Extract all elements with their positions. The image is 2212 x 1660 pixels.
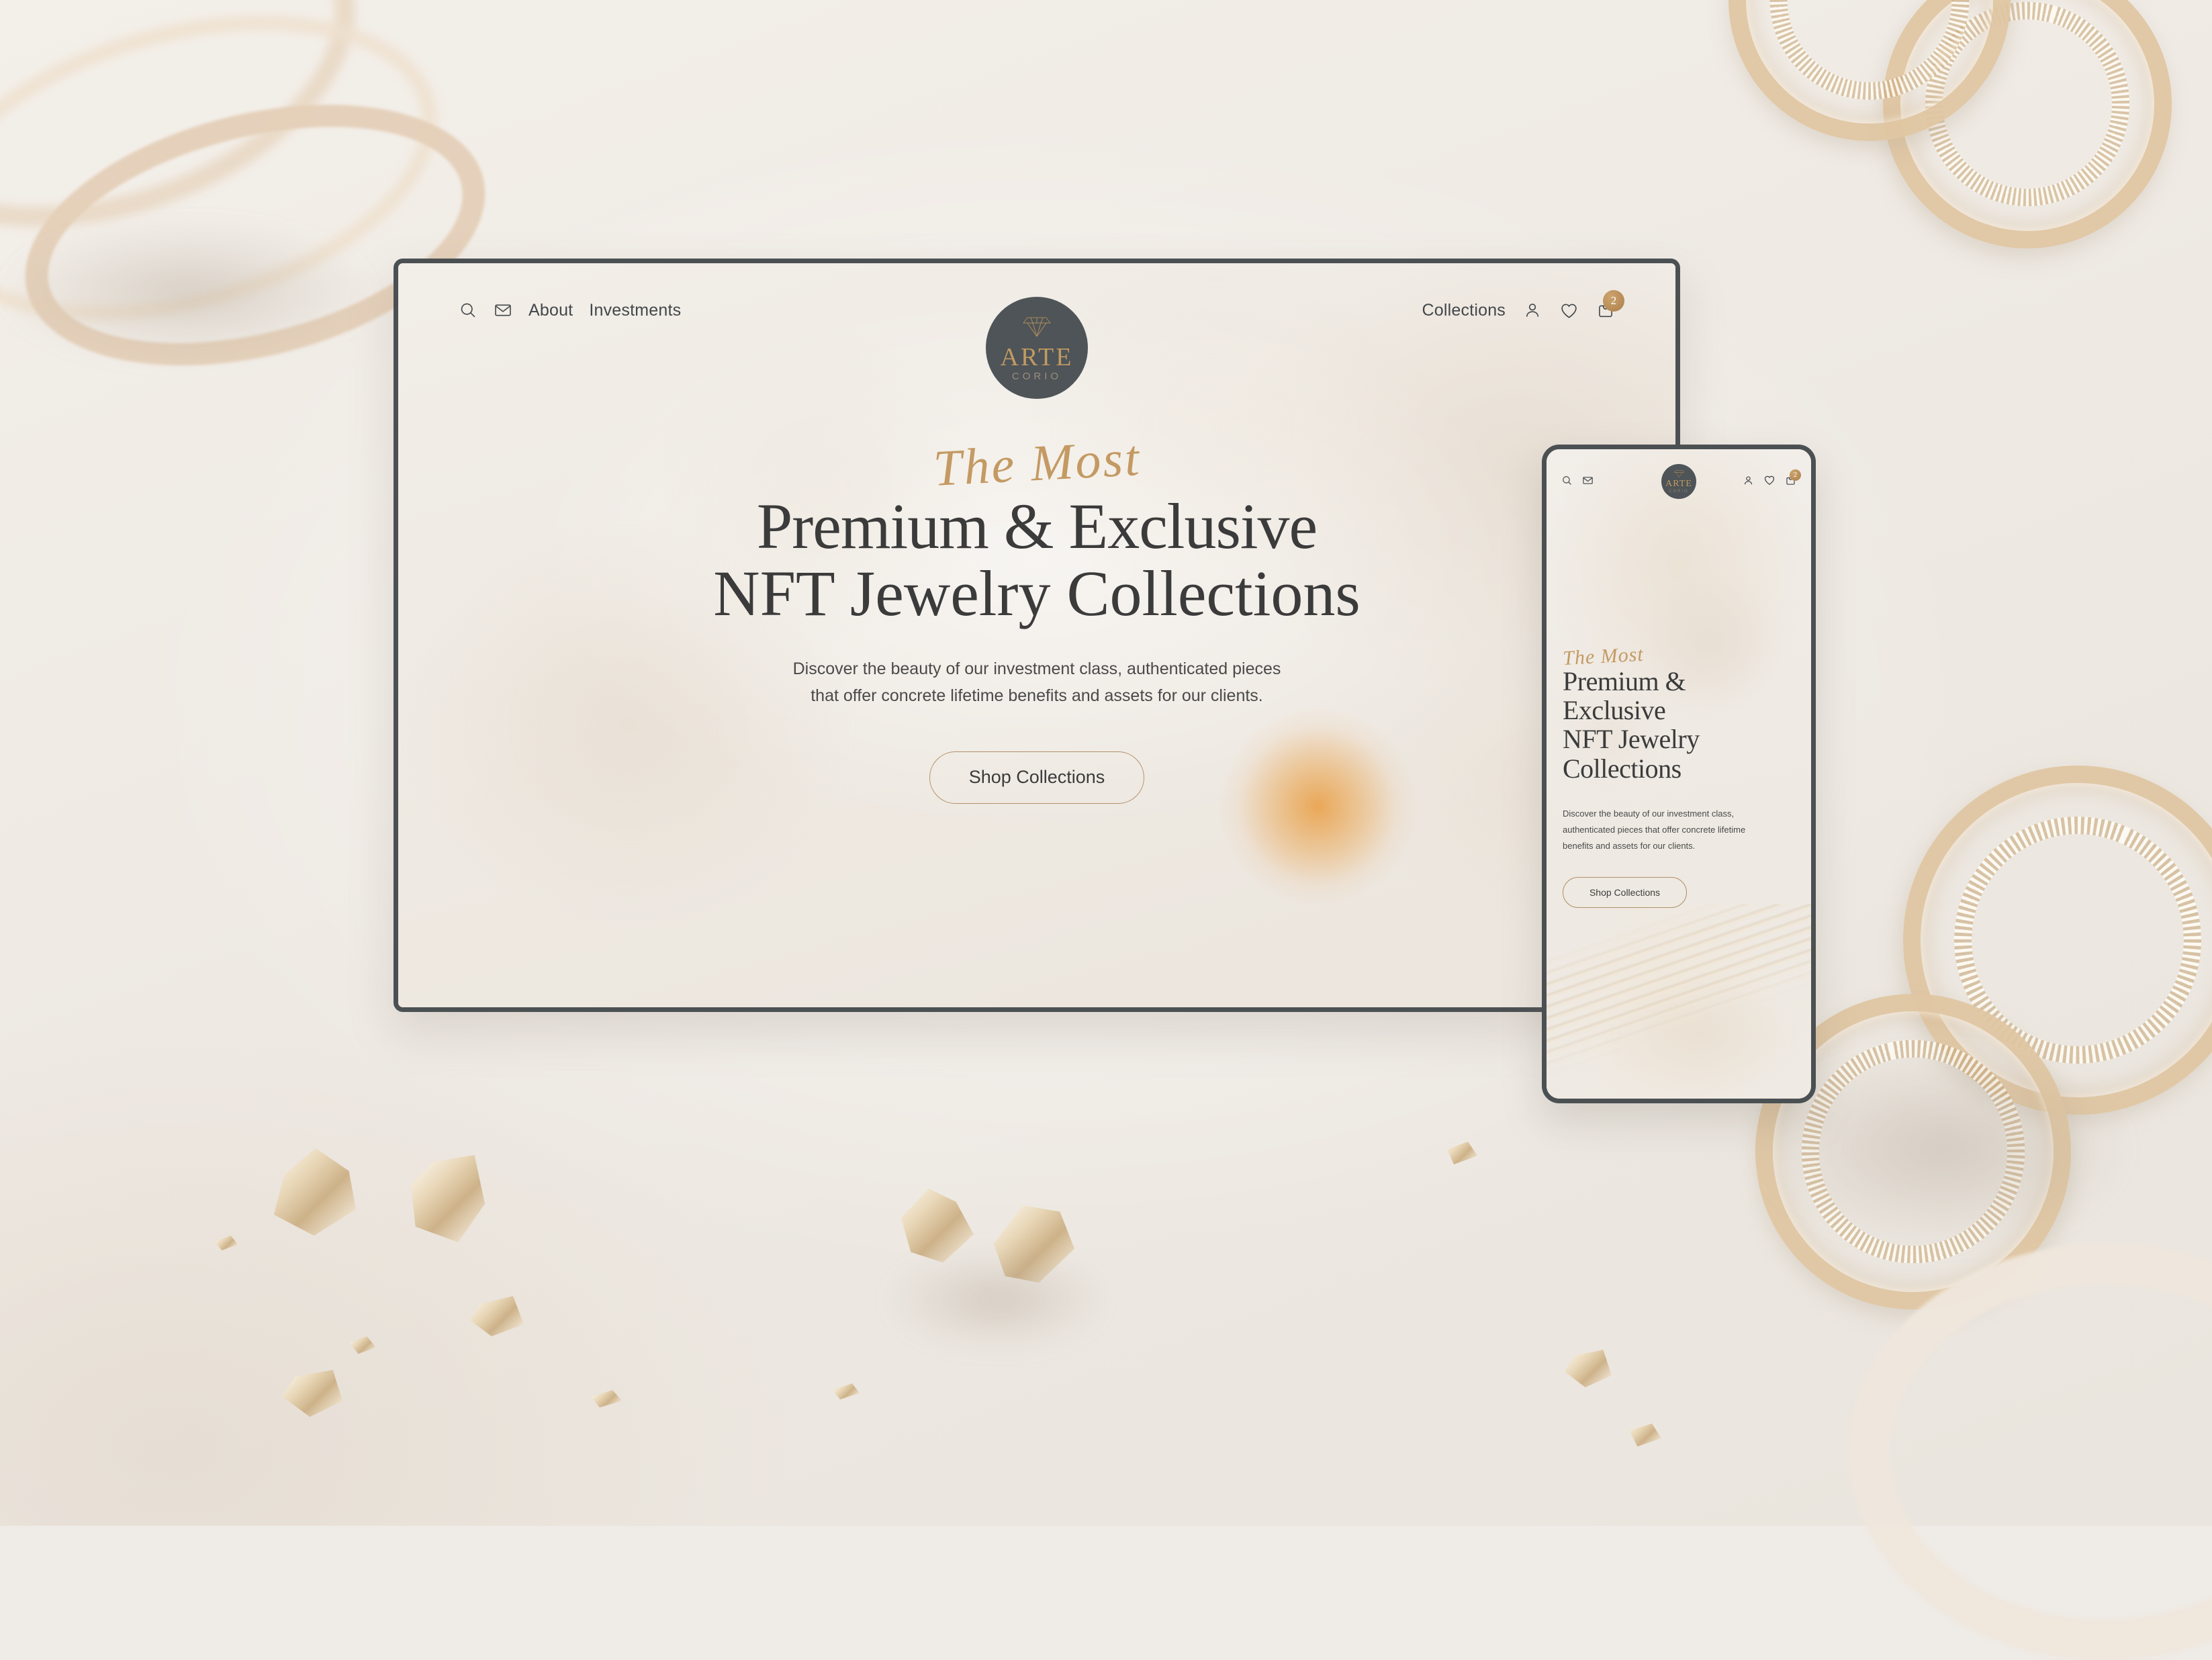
cart-button[interactable]: 2: [1785, 469, 1801, 486]
nav-link-collections[interactable]: Collections: [1422, 301, 1506, 320]
mail-icon[interactable]: [494, 301, 512, 320]
phone-navbar-right-group: 2: [1743, 469, 1801, 486]
nav-link-investments[interactable]: Investments: [589, 301, 681, 320]
cart-count-badge: 2: [1790, 469, 1801, 481]
phone-jewelry-strands-decor: [1547, 903, 1811, 1099]
hero-headline: Premium & Exclusive NFT Jewelry Collecti…: [1563, 667, 1795, 783]
gold-flake-decor: [833, 1383, 860, 1399]
hero-subcopy-line-2: authenticated pieces that offer concrete…: [1563, 824, 1746, 835]
gold-flake-decor: [1629, 1424, 1661, 1446]
gold-flake-decor: [282, 1370, 342, 1417]
hero-subcopy-line-1: Discover the beauty of our investment cl…: [1563, 808, 1735, 819]
shadow-decor: [0, 222, 376, 363]
gold-flake-decor: [470, 1296, 524, 1336]
mail-icon[interactable]: [1582, 475, 1594, 486]
search-icon[interactable]: [459, 301, 477, 320]
user-icon[interactable]: [1523, 301, 1542, 320]
search-icon[interactable]: [1561, 475, 1573, 486]
shop-collections-button[interactable]: Shop Collections: [929, 751, 1144, 804]
hero-headline-line-1: Premium & Exclusive: [756, 490, 1318, 562]
gold-flake-decor: [215, 1236, 238, 1250]
nav-link-about[interactable]: About: [528, 301, 573, 320]
navbar-right-group: Collections 2: [1422, 290, 1624, 320]
hero-headline-line-3: NFT Jewelry: [1563, 724, 1700, 755]
heart-icon[interactable]: [1763, 474, 1776, 486]
hero-headline-line-4: Collections: [1563, 753, 1681, 784]
shadow-decor: [886, 1249, 1108, 1350]
navbar-left-group: About Investments: [459, 301, 681, 320]
user-icon[interactable]: [1743, 475, 1754, 486]
gold-flake-decor: [1565, 1350, 1612, 1387]
logo-subtext: CORIO: [1669, 490, 1689, 494]
desktop-hero: The Most Premium & Exclusive NFT Jewelry…: [398, 430, 1675, 804]
logo-wordmark: ARTE: [1000, 342, 1074, 371]
hero-headline: Premium & Exclusive NFT Jewelry Collecti…: [713, 493, 1360, 627]
hero-subcopy-line-2: that offer concrete lifetime benefits an…: [811, 686, 1263, 706]
gold-flake-decor: [411, 1155, 485, 1242]
logo-subtext: CORIO: [1011, 370, 1062, 382]
gold-flake-decor: [349, 1336, 376, 1354]
gold-flake-decor: [273, 1148, 356, 1236]
gold-flake-decor: [1447, 1142, 1477, 1164]
cart-button[interactable]: 2: [1596, 290, 1624, 320]
hero-headline-line-1: Premium &: [1563, 666, 1686, 696]
brand-logo[interactable]: ARTE CORIO: [1661, 464, 1696, 499]
shop-collections-button[interactable]: Shop Collections: [1563, 876, 1687, 908]
diamond-icon: [1673, 469, 1685, 478]
gold-flake-decor: [591, 1390, 622, 1408]
hero-subcopy-line-1: Discover the beauty of our investment cl…: [792, 659, 1281, 678]
desktop-mockup-frame: About Investments Collections 2 ARTE COR…: [394, 259, 1680, 1012]
hero-subcopy: Discover the beauty of our investment cl…: [793, 655, 1281, 710]
cart-count-badge: 2: [1603, 290, 1624, 312]
phone-mockup-frame: 2 ARTE CORIO The Most Premium & Exclusiv…: [1542, 445, 1816, 1103]
hero-headline-line-2: NFT Jewelry Collections: [713, 557, 1361, 629]
brand-logo[interactable]: ARTE CORIO: [986, 297, 1088, 399]
hero-eyebrow: The Most: [931, 429, 1142, 498]
phone-hero: The Most Premium & Exclusive NFT Jewelry…: [1562, 643, 1795, 908]
logo-wordmark: ARTE: [1665, 479, 1692, 489]
phone-navbar-left-group: [1561, 475, 1594, 486]
heart-icon[interactable]: [1559, 301, 1579, 320]
hero-subcopy-line-3: benefits and assets for our clients.: [1563, 840, 1696, 851]
hero-headline-line-2: Exclusive: [1563, 695, 1666, 726]
diamond-icon: [1022, 315, 1052, 339]
hero-subcopy: Discover the beauty of our investment cl…: [1563, 806, 1795, 854]
